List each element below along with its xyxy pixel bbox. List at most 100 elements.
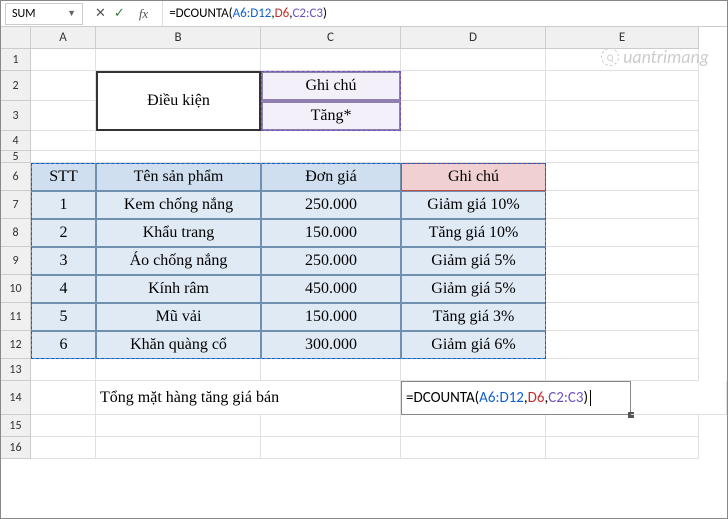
table-cell[interactable]: Tăng giá 3% <box>401 303 546 331</box>
row-header[interactable]: 5 <box>1 151 31 163</box>
cancel-icon[interactable]: ✕ <box>95 6 106 21</box>
row-header[interactable]: 12 <box>1 331 31 359</box>
cell[interactable] <box>546 275 699 303</box>
cell[interactable] <box>261 49 401 71</box>
cell[interactable] <box>401 415 546 437</box>
cell[interactable] <box>31 101 96 131</box>
cell[interactable] <box>96 131 261 151</box>
row-header[interactable]: 11 <box>1 303 31 331</box>
table-header-dongia[interactable]: Đơn giá <box>261 163 401 191</box>
cell[interactable] <box>31 131 96 151</box>
cell[interactable] <box>546 303 699 331</box>
row-header[interactable]: 3 <box>1 101 31 131</box>
cell[interactable] <box>261 151 401 163</box>
cell[interactable] <box>31 151 96 163</box>
cell[interactable] <box>261 415 401 437</box>
cell[interactable] <box>546 151 699 163</box>
cell[interactable] <box>401 71 546 101</box>
cell[interactable] <box>261 437 401 459</box>
cell[interactable] <box>31 71 96 101</box>
table-cell[interactable]: 150.000 <box>261 303 401 331</box>
cell[interactable] <box>546 191 699 219</box>
table-cell[interactable]: Mũ vải <box>96 303 261 331</box>
formula-input[interactable]: =DCOUNTA(A6:D12,D6,C2:C3) <box>163 1 727 26</box>
criteria-value-cell[interactable]: Tăng* <box>261 101 401 131</box>
cell[interactable] <box>401 359 546 381</box>
cell[interactable] <box>631 381 727 415</box>
col-header[interactable]: A <box>31 27 96 49</box>
table-cell[interactable]: 450.000 <box>261 275 401 303</box>
table-cell[interactable]: Giảm giá 5% <box>401 247 546 275</box>
criteria-header-cell[interactable]: Ghi chú <box>261 71 401 101</box>
cell[interactable] <box>546 331 699 359</box>
row-header[interactable]: 4 <box>1 131 31 151</box>
row-header[interactable]: 13 <box>1 359 31 381</box>
table-header-stt[interactable]: STT <box>31 163 96 191</box>
cell[interactable] <box>96 151 261 163</box>
summary-label-cell[interactable]: Tổng mặt hàng tăng giá bán <box>96 381 401 415</box>
col-header[interactable]: C <box>261 27 401 49</box>
table-cell[interactable]: Kem chống nắng <box>96 191 261 219</box>
cell[interactable] <box>31 381 96 415</box>
row-header[interactable]: 10 <box>1 275 31 303</box>
cell[interactable] <box>31 359 96 381</box>
cell[interactable] <box>546 219 699 247</box>
row-header[interactable]: 9 <box>1 247 31 275</box>
table-cell[interactable]: 150.000 <box>261 219 401 247</box>
table-cell[interactable]: 1 <box>31 191 96 219</box>
table-cell[interactable]: Giảm giá 6% <box>401 331 546 359</box>
fx-icon[interactable]: fx <box>133 6 154 22</box>
cell[interactable] <box>546 415 699 437</box>
cell[interactable] <box>31 415 96 437</box>
cell[interactable] <box>546 101 699 131</box>
cell[interactable] <box>96 359 261 381</box>
select-all-corner[interactable] <box>1 27 31 49</box>
cell[interactable] <box>546 247 699 275</box>
table-cell[interactable]: Giảm giá 5% <box>401 275 546 303</box>
table-cell[interactable]: 300.000 <box>261 331 401 359</box>
table-cell[interactable]: 2 <box>31 219 96 247</box>
row-header[interactable]: 16 <box>1 437 31 459</box>
table-cell[interactable]: 250.000 <box>261 247 401 275</box>
cell[interactable] <box>546 131 699 151</box>
row-header[interactable]: 6 <box>1 163 31 191</box>
cell[interactable] <box>401 151 546 163</box>
table-header-ghichu[interactable]: Ghi chú <box>401 163 546 191</box>
table-header-ten[interactable]: Tên sản phẩm <box>96 163 261 191</box>
row-header[interactable]: 15 <box>1 415 31 437</box>
confirm-icon[interactable]: ✓ <box>114 6 125 21</box>
row-header[interactable]: 7 <box>1 191 31 219</box>
table-cell[interactable]: Kính râm <box>96 275 261 303</box>
row-header[interactable]: 8 <box>1 219 31 247</box>
cell[interactable] <box>546 163 699 191</box>
table-cell[interactable]: Tăng giá 10% <box>401 219 546 247</box>
active-formula-cell[interactable]: =DCOUNTA(A6:D12,D6,C2:C3) <box>401 381 631 415</box>
cell[interactable] <box>261 131 401 151</box>
table-cell[interactable]: 3 <box>31 247 96 275</box>
table-cell[interactable]: 250.000 <box>261 191 401 219</box>
name-box-dropdown-icon[interactable]: ▼ <box>67 8 76 19</box>
col-header[interactable]: D <box>401 27 546 49</box>
cell[interactable] <box>546 359 699 381</box>
table-cell[interactable]: 4 <box>31 275 96 303</box>
row-header[interactable]: 14 <box>1 381 31 415</box>
cell[interactable] <box>546 437 699 459</box>
table-cell[interactable]: Khẩu trang <box>96 219 261 247</box>
cells-area[interactable]: Điều kiện Ghi chú Tăng* <box>31 49 727 459</box>
table-cell[interactable]: Khăn quàng cổ <box>96 331 261 359</box>
row-header[interactable]: 2 <box>1 71 31 101</box>
cell[interactable] <box>546 71 699 101</box>
cell[interactable] <box>401 101 546 131</box>
row-header[interactable]: 1 <box>1 49 31 71</box>
cell[interactable] <box>31 437 96 459</box>
cell[interactable] <box>401 131 546 151</box>
table-cell[interactable]: Áo chống nắng <box>96 247 261 275</box>
table-cell[interactable]: 6 <box>31 331 96 359</box>
cell[interactable] <box>96 415 261 437</box>
cell[interactable] <box>401 49 546 71</box>
name-box[interactable]: SUM ▼ <box>5 3 83 25</box>
cell[interactable] <box>261 359 401 381</box>
cell[interactable] <box>96 437 261 459</box>
table-cell[interactable]: Giảm giá 10% <box>401 191 546 219</box>
criteria-label-cell[interactable]: Điều kiện <box>96 71 261 131</box>
